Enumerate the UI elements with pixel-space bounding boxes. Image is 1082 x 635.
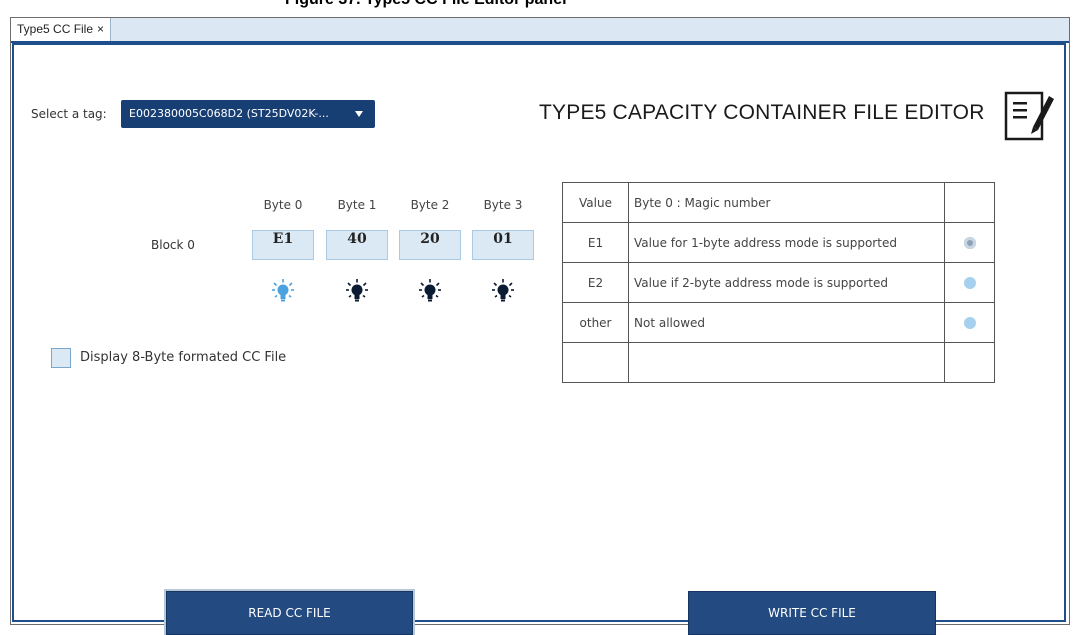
- edit-document-icon: [1004, 91, 1054, 141]
- read-cc-file-button[interactable]: READ CC FILE: [166, 591, 413, 635]
- table-row: Value Byte 0 : Magic number: [562, 182, 995, 223]
- description-cell: Value if 2-byte address mode is supporte…: [628, 262, 945, 303]
- table-row: [562, 342, 995, 383]
- display-8-byte-checkbox[interactable]: [51, 348, 71, 368]
- editor-window: Type5 CC File × Select a tag: E002380005…: [10, 17, 1070, 635]
- value-radio-button[interactable]: [963, 317, 976, 329]
- table-row: other Not allowed: [562, 302, 995, 343]
- value-cell: [562, 342, 629, 383]
- block-label: Block 0: [151, 238, 195, 252]
- byte-1-field[interactable]: 40: [326, 230, 388, 260]
- display-8-byte-label: Display 8-Byte formated CC File: [80, 350, 287, 365]
- byte-1-header: Byte 1: [337, 198, 377, 212]
- description-cell: Not allowed: [628, 302, 945, 343]
- tab-bar: Type5 CC File ×: [11, 18, 1069, 43]
- value-radio-button[interactable]: [963, 237, 976, 249]
- tab-type5-cc-file[interactable]: Type5 CC File ×: [11, 18, 112, 41]
- tab-label: Type5 CC File: [17, 22, 94, 36]
- bulb-icon[interactable]: [269, 277, 297, 305]
- radio-cell: [944, 222, 995, 263]
- table-row: E1 Value for 1-byte address mode is suppo…: [562, 222, 995, 263]
- write-cc-file-button[interactable]: WRITE CC FILE: [688, 591, 936, 635]
- byte-0-field[interactable]: E1: [252, 230, 314, 260]
- byte-3-header: Byte 3: [483, 198, 523, 212]
- value-radio-button[interactable]: [963, 277, 976, 289]
- value-cell: other: [562, 302, 629, 343]
- value-cell: Value: [562, 182, 629, 223]
- bulb-icon[interactable]: [416, 277, 444, 305]
- figure-caption: Figure 37. Type5 CC File Editor panel: [285, 0, 567, 9]
- radio-cell: [944, 342, 995, 383]
- byte-0-header: Byte 0: [263, 198, 303, 212]
- dropdown-arrow-icon: [355, 111, 363, 117]
- byte-3-field[interactable]: 01: [472, 230, 534, 260]
- byte-2-field[interactable]: 20: [399, 230, 461, 260]
- radio-cell: [944, 182, 995, 223]
- value-cell: E1: [562, 222, 629, 263]
- byte-description-table: Value Byte 0 : Magic number E1 Value for 1-…: [562, 182, 995, 383]
- byte-2-header: Byte 2: [410, 198, 450, 212]
- cc-file-editor-panel: Select a tag: E002380005C068D2 (ST25DV02…: [12, 43, 1066, 635]
- close-icon[interactable]: ×: [97, 18, 104, 41]
- radio-cell: [944, 302, 995, 343]
- bulb-icon[interactable]: [489, 277, 517, 305]
- tag-select-dropdown[interactable]: E002380005C068D2 (ST25DV02K-...: [121, 100, 375, 128]
- page-title: TYPE5 CAPACITY CONTAINER FILE EDITOR: [539, 101, 985, 124]
- bulb-icon[interactable]: [343, 277, 371, 305]
- radio-cell: [944, 262, 995, 303]
- description-cell: [628, 342, 945, 383]
- table-row: E2 Value if 2-byte address mode is suppor…: [562, 262, 995, 303]
- select-tag-label: Select a tag:: [31, 107, 107, 121]
- value-cell: E2: [562, 262, 629, 303]
- description-cell: Value for 1-byte address mode is support…: [628, 222, 945, 263]
- clipped-figure-caption: Figure 37. Type5 CC File Editor panel: [0, 0, 1082, 14]
- selected-tag-value: E002380005C068D2 (ST25DV02K-...: [129, 107, 329, 120]
- description-cell: Byte 0 : Magic number: [628, 182, 945, 223]
